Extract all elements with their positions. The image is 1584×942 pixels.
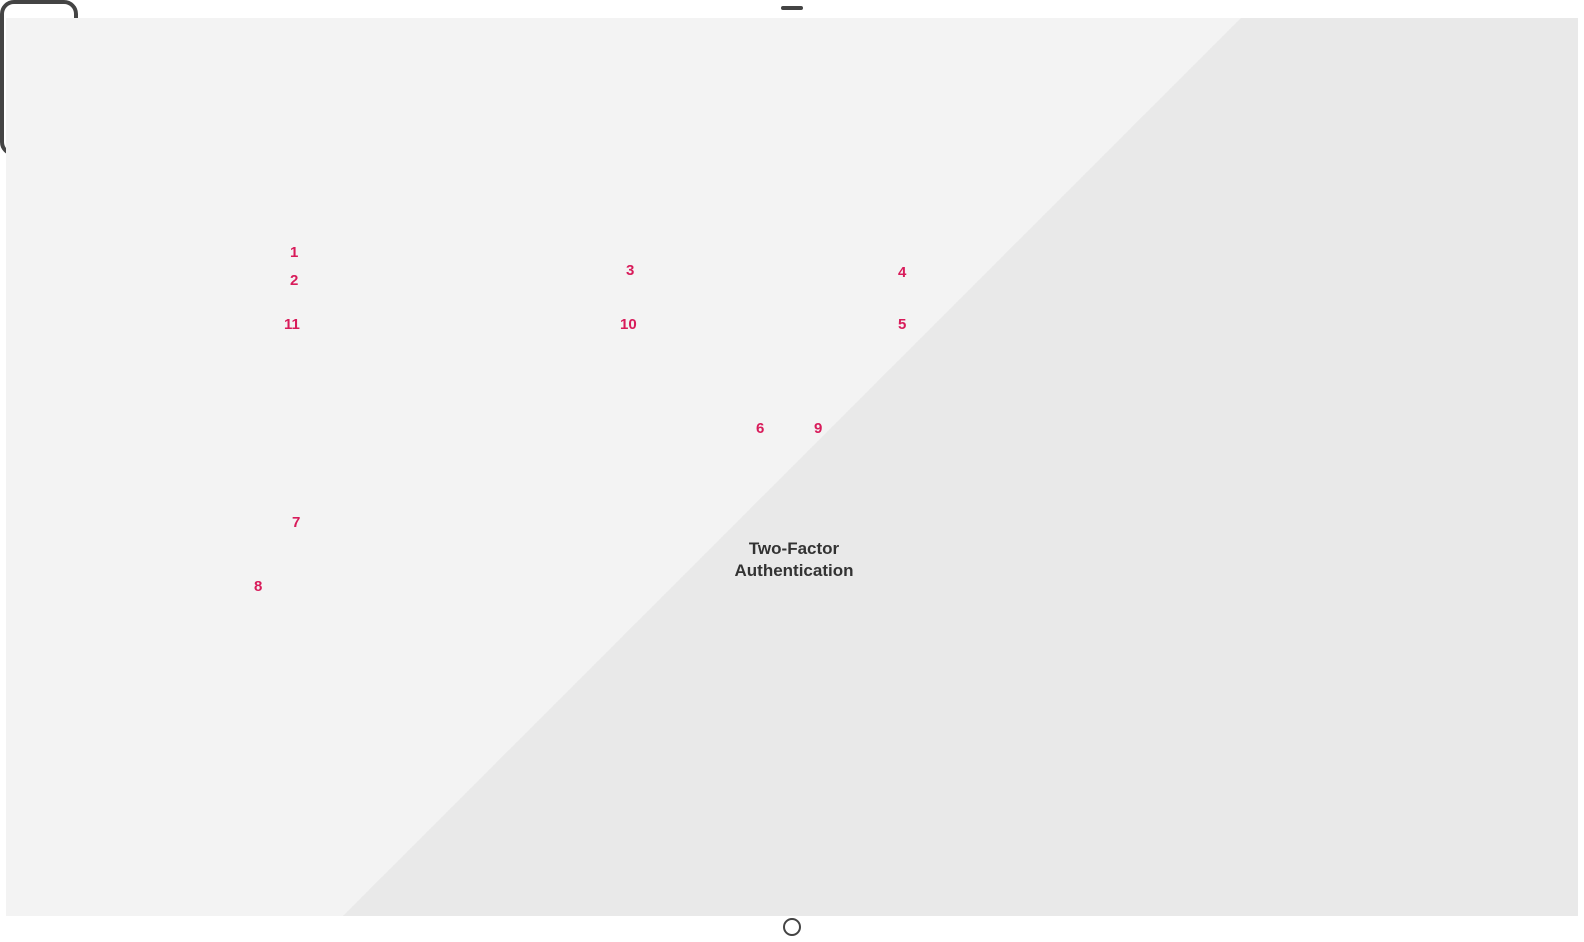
phone-icon xyxy=(0,0,78,156)
step-5: 5 xyxy=(898,316,906,333)
step-2: 2 xyxy=(290,272,298,289)
step-3: 3 xyxy=(626,262,634,279)
auth-flow-diagram: Access Gateway Username Password Log In … xyxy=(0,0,1584,942)
step-1: 1 xyxy=(290,244,298,261)
step-11: 11 xyxy=(284,316,300,333)
step-9: 9 xyxy=(814,420,822,437)
two-factor-label: Two-Factor Authentication xyxy=(724,538,864,582)
step-6: 6 xyxy=(756,420,764,437)
step-7: 7 xyxy=(292,514,300,531)
step-4: 4 xyxy=(898,264,906,281)
step-10: 10 xyxy=(620,316,637,333)
step-8: 8 xyxy=(254,578,262,595)
